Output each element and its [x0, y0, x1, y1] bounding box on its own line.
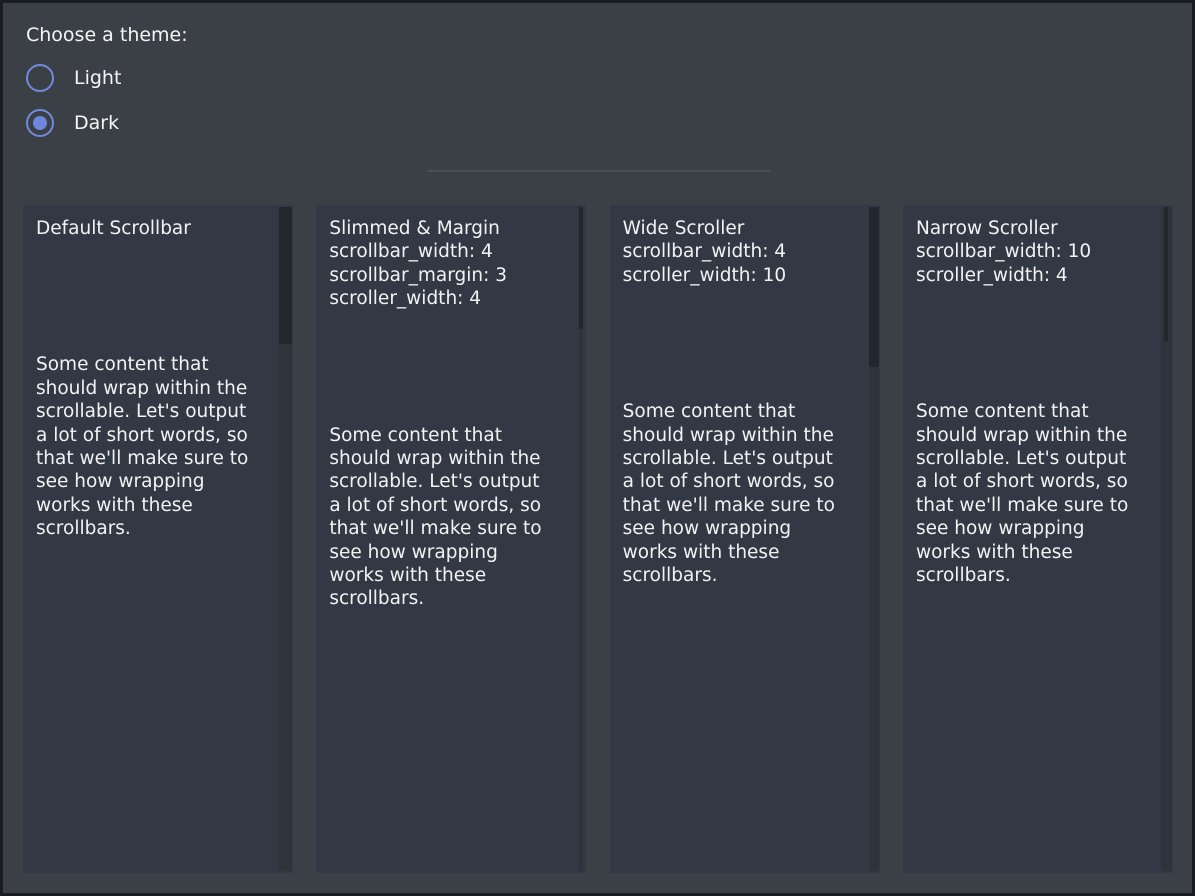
radio-unselected-icon[interactable]: [26, 64, 54, 92]
scrollbar-track[interactable]: [579, 207, 583, 871]
panel-title: Default Scrollbar: [36, 217, 265, 240]
panel-slimmed-margin[interactable]: Slimmed & Margin scrollbar_width: 4 scro…: [316, 205, 586, 873]
scrollbar-thumb[interactable]: [869, 207, 879, 367]
theme-option-dark-label: Dark: [74, 112, 119, 134]
theme-option-light[interactable]: Light: [26, 64, 188, 92]
panel-default-scrollbar[interactable]: Default Scrollbar Some content that shou…: [23, 205, 293, 873]
theme-option-light-label: Light: [74, 67, 121, 89]
panel-body-text: Some content that should wrap within the…: [36, 353, 265, 540]
section-divider: [427, 170, 771, 172]
panel-title: Narrow Scroller scrollbar_width: 10 scro…: [916, 217, 1145, 287]
radio-selected-icon[interactable]: [26, 109, 54, 137]
panel-body-text: Some content that should wrap within the…: [916, 400, 1145, 587]
scrollbar-thumb[interactable]: [579, 207, 583, 329]
scrollbar-thumb[interactable]: [1164, 207, 1168, 341]
scrollbar-track[interactable]: [1161, 207, 1172, 871]
app-window: { "theme_chooser": { "label": "Choose a …: [0, 0, 1195, 896]
scrollbar-track[interactable]: [279, 207, 292, 871]
panel-title: Wide Scroller scrollbar_width: 4 scrolle…: [623, 217, 852, 287]
panel-narrow-scroller[interactable]: Narrow Scroller scrollbar_width: 10 scro…: [903, 205, 1173, 873]
scrollbar-track[interactable]: [869, 207, 879, 871]
theme-chooser: Choose a theme: Light Dark: [26, 23, 188, 154]
panel-body-text: Some content that should wrap within the…: [623, 400, 852, 587]
theme-option-dark[interactable]: Dark: [26, 109, 188, 137]
panel-wide-scroller[interactable]: Wide Scroller scrollbar_width: 4 scrolle…: [610, 205, 880, 873]
theme-chooser-label: Choose a theme:: [26, 23, 188, 47]
panel-title: Slimmed & Margin scrollbar_width: 4 scro…: [329, 217, 558, 311]
panels-container: Default Scrollbar Some content that shou…: [23, 205, 1173, 873]
panel-body-text: Some content that should wrap within the…: [329, 424, 558, 611]
scrollbar-thumb[interactable]: [279, 207, 292, 344]
